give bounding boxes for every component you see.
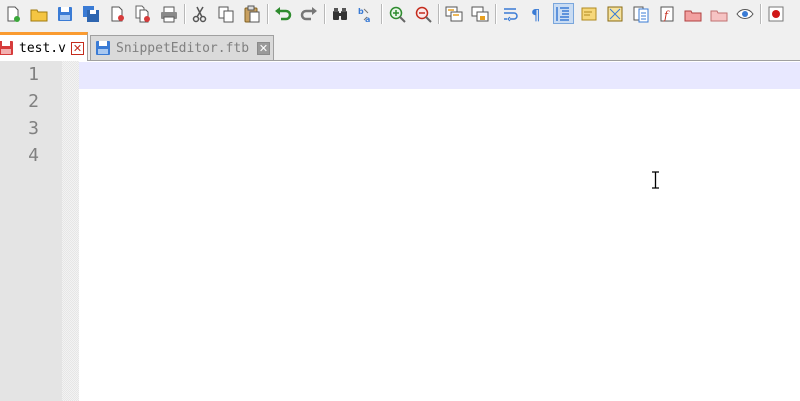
open-file-icon bbox=[30, 9, 48, 21]
toolbar-separator bbox=[495, 3, 496, 24]
paste-button[interactable] bbox=[242, 3, 263, 24]
document-map-icon bbox=[607, 6, 623, 21]
user-language-button[interactable] bbox=[579, 3, 600, 24]
tab-test-v[interactable]: test.v ✕ bbox=[0, 32, 88, 61]
text-cursor-icon bbox=[652, 171, 659, 189]
line-number: 3 bbox=[28, 118, 39, 139]
zoom-in-icon bbox=[389, 6, 406, 23]
tab-bar: test.v ✕ SnippetEditor.ftb ✕ bbox=[0, 27, 800, 61]
close-all-icon bbox=[135, 5, 150, 22]
line-number: 1 bbox=[28, 64, 39, 85]
print-button[interactable] bbox=[159, 3, 180, 24]
unsaved-file-icon bbox=[0, 41, 13, 55]
function-list-icon bbox=[633, 6, 649, 22]
close-all-button[interactable] bbox=[133, 3, 154, 24]
editor[interactable]: 1 2 3 4 bbox=[0, 61, 800, 401]
macro-record-button[interactable] bbox=[766, 3, 787, 24]
save-button[interactable] bbox=[55, 3, 76, 24]
toolbar-separator bbox=[381, 3, 382, 24]
copy-button[interactable] bbox=[216, 3, 237, 24]
indent-guide-button[interactable] bbox=[552, 3, 574, 24]
close-tab-icon[interactable]: ✕ bbox=[71, 41, 84, 55]
tab-label: SnippetEditor.ftb bbox=[116, 40, 250, 56]
replace-icon: ba bbox=[358, 7, 370, 23]
replace-button[interactable]: ba bbox=[356, 3, 377, 24]
svg-text:b: b bbox=[358, 7, 364, 16]
undo-button[interactable] bbox=[273, 3, 294, 24]
project-folder-button[interactable] bbox=[709, 3, 730, 24]
svg-text:¶: ¶ bbox=[531, 6, 541, 23]
eye-button[interactable] bbox=[735, 3, 756, 24]
save-icon bbox=[58, 6, 72, 21]
zoom-in-button[interactable] bbox=[387, 3, 408, 24]
zoom-out-icon bbox=[415, 6, 432, 23]
word-wrap-button[interactable] bbox=[501, 3, 522, 24]
fold-margin[interactable] bbox=[62, 61, 79, 401]
folder-as-workspace-icon: f bbox=[660, 6, 674, 22]
new-file-icon bbox=[7, 6, 20, 22]
save-all-button[interactable] bbox=[81, 3, 102, 24]
new-file-button[interactable] bbox=[3, 3, 24, 24]
find-button[interactable] bbox=[330, 3, 351, 24]
text-area[interactable] bbox=[79, 61, 800, 401]
find-icon bbox=[333, 7, 347, 20]
function-list-button[interactable] bbox=[631, 3, 652, 24]
line-number: 2 bbox=[28, 91, 39, 112]
saved-file-icon bbox=[96, 41, 110, 55]
print-icon bbox=[161, 6, 177, 22]
macro-record-icon bbox=[768, 6, 784, 21]
sync-horizontal-button[interactable] bbox=[470, 3, 491, 24]
word-wrap-icon bbox=[504, 7, 518, 21]
undo-icon bbox=[275, 6, 292, 20]
paste-icon bbox=[244, 5, 260, 22]
svg-text:a: a bbox=[365, 15, 370, 23]
show-all-characters-button[interactable]: ¶ bbox=[527, 3, 548, 24]
tab-label: test.v bbox=[19, 40, 66, 56]
redo-button[interactable] bbox=[299, 3, 320, 24]
document-map-button[interactable] bbox=[605, 3, 626, 24]
toolbar-separator bbox=[760, 3, 761, 24]
close-tab-icon[interactable]: ✕ bbox=[257, 41, 270, 55]
close-button[interactable] bbox=[107, 3, 128, 24]
project-folder-icon bbox=[710, 10, 728, 21]
user-language-icon bbox=[581, 7, 597, 20]
cut-icon bbox=[192, 6, 207, 22]
line-number-gutter[interactable]: 1 2 3 4 bbox=[0, 61, 62, 401]
toolbar-separator bbox=[438, 3, 439, 24]
folder-as-workspace-button[interactable]: f bbox=[657, 3, 678, 24]
monitoring-icon bbox=[684, 10, 702, 21]
show-all-characters-icon: ¶ bbox=[531, 6, 541, 23]
save-all-icon bbox=[83, 5, 99, 22]
monitoring-button[interactable] bbox=[683, 3, 704, 24]
tab-snippeteditor-ftb[interactable]: SnippetEditor.ftb ✕ bbox=[90, 35, 274, 60]
indent-guide-icon bbox=[556, 6, 569, 21]
toolbar: b a ¶ f bbox=[0, 0, 800, 27]
sync-vertical-button[interactable] bbox=[444, 3, 465, 24]
close-icon bbox=[111, 6, 124, 21]
zoom-out-button[interactable] bbox=[413, 3, 434, 24]
cut-button[interactable] bbox=[190, 3, 211, 24]
line-number: 4 bbox=[28, 145, 39, 166]
toolbar-separator bbox=[267, 3, 268, 24]
current-line-highlight bbox=[79, 62, 800, 89]
sync-vertical-icon bbox=[445, 6, 463, 21]
copy-icon bbox=[218, 6, 234, 22]
open-file-button[interactable] bbox=[29, 3, 50, 24]
eye-icon bbox=[736, 8, 754, 19]
toolbar-separator bbox=[184, 3, 185, 24]
sync-horizontal-icon bbox=[471, 6, 489, 21]
toolbar-separator bbox=[324, 3, 325, 24]
redo-icon bbox=[300, 6, 317, 20]
